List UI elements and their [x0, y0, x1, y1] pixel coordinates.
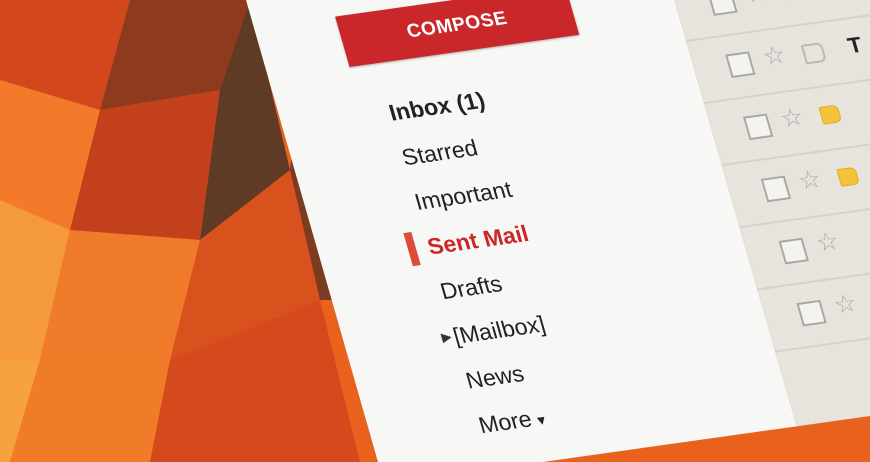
more-label: More [475, 405, 535, 439]
nav-item-starred[interactable]: Starred [399, 134, 481, 171]
star-icon[interactable]: ☆ [795, 165, 825, 195]
checkbox-icon[interactable] [760, 175, 792, 203]
star-icon[interactable]: ☆ [741, 0, 771, 9]
nav-item-drafts[interactable]: Drafts [437, 270, 505, 305]
star-icon[interactable]: ☆ [777, 103, 807, 133]
active-indicator [403, 232, 421, 267]
label-tag-icon[interactable] [800, 42, 828, 65]
checkbox-icon[interactable] [725, 51, 756, 78]
nav-item-sent-mail[interactable]: Sent Mail [424, 220, 532, 260]
label-tag-icon[interactable] [818, 104, 843, 125]
nav-item-important[interactable]: Important [411, 176, 515, 216]
checkbox-icon[interactable] [796, 299, 827, 327]
checkbox-icon[interactable] [778, 237, 809, 265]
star-icon[interactable]: ☆ [830, 289, 860, 319]
checkbox-icon[interactable] [707, 0, 738, 16]
caret-down-icon: ▼ [532, 412, 550, 429]
nav-item-mailbox[interactable]: [Mailbox] [450, 311, 549, 350]
nav-item-news[interactable]: News [463, 360, 527, 394]
sender-name: T [844, 31, 866, 59]
nav-item-more[interactable]: More▼ [476, 403, 551, 439]
star-icon[interactable]: ☆ [759, 41, 789, 71]
star-icon[interactable]: ☆ [813, 227, 843, 257]
checkbox-icon[interactable] [742, 113, 774, 141]
compose-button[interactable]: COMPOSE [335, 0, 580, 68]
label-tag-icon[interactable] [836, 166, 861, 187]
nav-item-inbox[interactable]: Inbox (1) [386, 87, 488, 127]
screen-photo: COMPOSE Inbox (1) Starred Important Sent… [0, 0, 870, 462]
